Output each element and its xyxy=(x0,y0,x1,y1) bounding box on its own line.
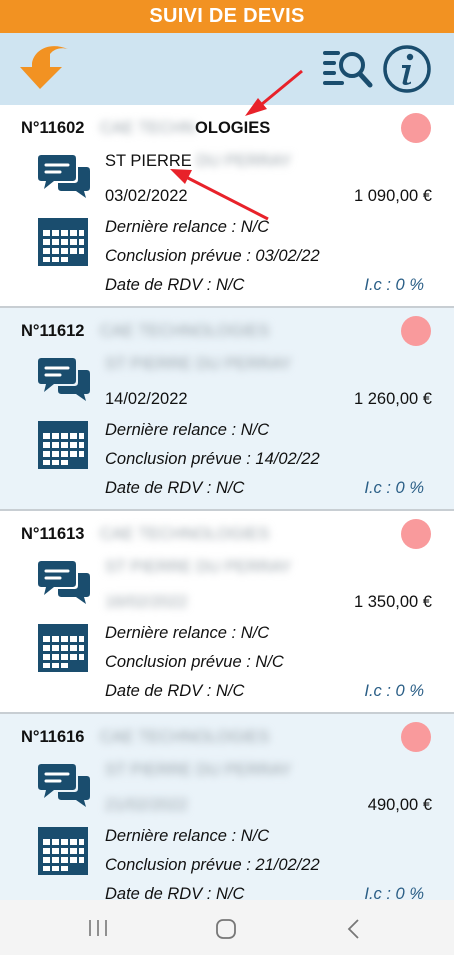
chat-bubbles-icon[interactable] xyxy=(38,762,90,808)
quote-date: 16/02/2022 xyxy=(105,593,188,611)
quote-number: N°11612 xyxy=(21,322,85,340)
appointment-date: Date de RDV : N/C xyxy=(105,885,245,900)
quote-amount: 1 090,00 € xyxy=(354,187,432,205)
toolbar xyxy=(0,33,454,105)
quote-date: 14/02/2022 xyxy=(105,390,188,408)
search-button[interactable] xyxy=(322,47,374,91)
appointment-date: Date de RDV : N/C xyxy=(105,276,245,294)
back-button[interactable] xyxy=(18,43,74,95)
calendar-icon[interactable] xyxy=(38,827,88,875)
quote-date: 03/02/2022 xyxy=(105,187,188,205)
last-reminder: Dernière relance : N/C xyxy=(105,421,270,439)
quote-number: N°11613 xyxy=(21,525,85,543)
status-badge xyxy=(401,722,431,752)
nav-back-icon[interactable] xyxy=(346,918,360,940)
client-name: CAE TECHNOLOGIES xyxy=(100,119,271,137)
last-reminder: Dernière relance : N/C xyxy=(105,827,270,845)
appointment-date: Date de RDV : N/C xyxy=(105,479,245,497)
calendar-icon[interactable] xyxy=(38,421,88,469)
calendar-icon[interactable] xyxy=(38,218,88,266)
quote-card[interactable]: N°11613 CAE TECHNOLOGIES ST PIERRE DU PE… xyxy=(0,511,454,714)
chat-bubbles-icon[interactable] xyxy=(38,356,90,402)
quote-amount: 490,00 € xyxy=(367,796,432,814)
chat-bubbles-icon[interactable] xyxy=(38,559,90,605)
quote-card[interactable]: N°11612 CAE TECHNOLOGIES ST PIERRE DU PE… xyxy=(0,308,454,511)
status-badge xyxy=(401,519,431,549)
last-reminder: Dernière relance : N/C xyxy=(105,218,270,236)
quote-list[interactable]: N°11602 CAE TECHNOLOGIES ST PIERRE DU PE… xyxy=(0,105,454,900)
home-icon[interactable] xyxy=(215,918,237,940)
app-title: SUIVI DE DEVIS xyxy=(0,0,454,33)
quote-number: N°11602 xyxy=(21,119,85,137)
planned-conclusion: Conclusion prévue : 21/02/22 xyxy=(105,856,320,874)
system-nav-bar xyxy=(0,900,454,955)
calendar-icon[interactable] xyxy=(38,624,88,672)
planned-conclusion: Conclusion prévue : N/C xyxy=(105,653,284,671)
client-name: CAE TECHNOLOGIES xyxy=(100,728,270,746)
client-name: CAE TECHNOLOGIES xyxy=(100,322,270,340)
quote-amount: 1 260,00 € xyxy=(354,390,432,408)
client-name: CAE TECHNOLOGIES xyxy=(100,525,270,543)
confidence-index: I.c : 0 % xyxy=(364,276,424,294)
contact-name: ST PIERRE DU PERRAY xyxy=(105,152,292,170)
back-arrow-icon xyxy=(20,46,68,89)
contact-name: ST PIERRE DU PERRAY xyxy=(105,355,292,373)
contact-name: ST PIERRE DU PERRAY xyxy=(105,558,292,576)
quote-card[interactable]: N°11602 CAE TECHNOLOGIES ST PIERRE DU PE… xyxy=(0,105,454,308)
last-reminder: Dernière relance : N/C xyxy=(105,624,270,642)
quote-date: 21/02/2022 xyxy=(105,796,188,814)
info-button[interactable] xyxy=(382,44,432,94)
quote-number: N°11616 xyxy=(21,728,85,746)
confidence-index: I.c : 0 % xyxy=(364,479,424,497)
planned-conclusion: Conclusion prévue : 14/02/22 xyxy=(105,450,320,468)
quote-amount: 1 350,00 € xyxy=(354,593,432,611)
list-search-icon xyxy=(323,51,373,88)
chat-bubbles-icon[interactable] xyxy=(38,153,90,199)
confidence-index: I.c : 0 % xyxy=(364,885,424,900)
planned-conclusion: Conclusion prévue : 03/02/22 xyxy=(105,247,320,265)
info-icon xyxy=(383,45,431,93)
confidence-index: I.c : 0 % xyxy=(364,682,424,700)
quote-card[interactable]: N°11616 CAE TECHNOLOGIES ST PIERRE DU PE… xyxy=(0,714,454,900)
status-badge xyxy=(401,113,431,143)
contact-name: ST PIERRE DU PERRAY xyxy=(105,761,292,779)
recent-apps-icon[interactable] xyxy=(88,919,108,937)
status-badge xyxy=(401,316,431,346)
appointment-date: Date de RDV : N/C xyxy=(105,682,245,700)
